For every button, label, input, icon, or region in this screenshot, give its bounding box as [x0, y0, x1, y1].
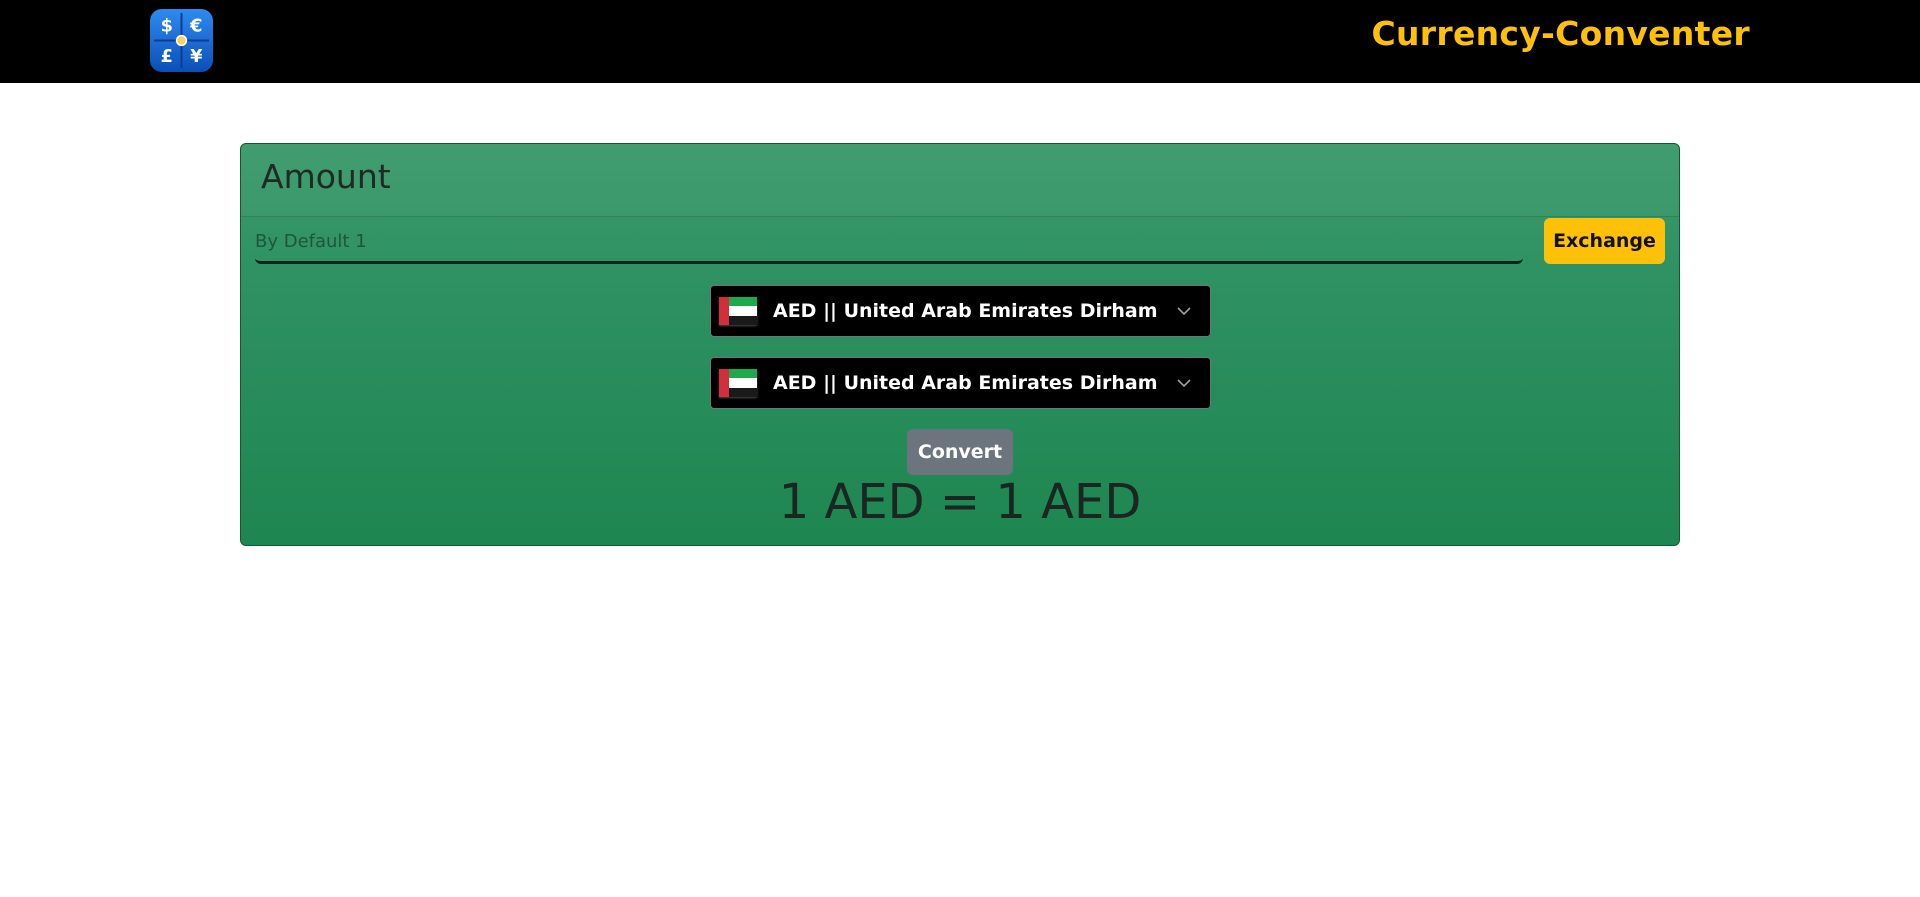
- currency-symbols-icon[interactable]: $ € £ ¥: [150, 9, 213, 72]
- svg-text:¥: ¥: [190, 47, 203, 67]
- to-currency-label: AED || United Arab Emirates Dirham: [773, 372, 1158, 394]
- exchange-button[interactable]: Exchange: [1544, 218, 1665, 264]
- convert-button[interactable]: Convert: [907, 429, 1013, 475]
- uae-flag-icon: [719, 369, 757, 397]
- top-navbar: $ € £ ¥ Currency-Conventer: [0, 0, 1920, 83]
- from-currency-select[interactable]: AED || United Arab Emirates Dirham: [710, 285, 1211, 337]
- svg-text:$: $: [161, 17, 173, 37]
- svg-text:£: £: [161, 47, 173, 67]
- converter-card: Amount Exchange AED || United Arab Emira…: [240, 143, 1680, 546]
- chevron-down-icon: [1177, 307, 1191, 316]
- brand-title[interactable]: Currency-Conventer: [1371, 14, 1750, 53]
- card-header: Amount: [241, 144, 1679, 217]
- svg-text:€: €: [189, 17, 202, 37]
- uae-flag-icon: [719, 297, 757, 325]
- chevron-down-icon: [1177, 379, 1191, 388]
- amount-title: Amount: [261, 157, 391, 196]
- amount-input[interactable]: [255, 222, 1523, 264]
- to-currency-select[interactable]: AED || United Arab Emirates Dirham: [710, 357, 1211, 409]
- conversion-result: 1 AED = 1 AED: [778, 474, 1142, 530]
- from-currency-label: AED || United Arab Emirates Dirham: [773, 300, 1158, 322]
